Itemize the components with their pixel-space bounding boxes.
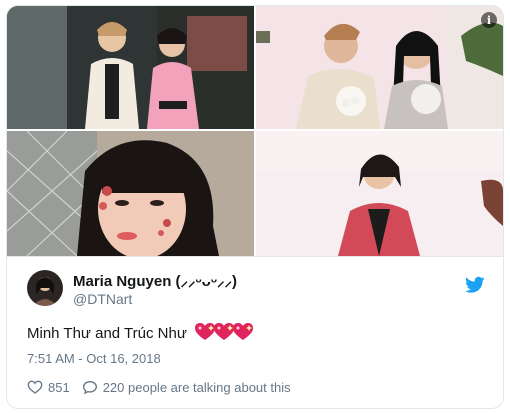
photo-1[interactable] [7, 6, 254, 129]
avatar[interactable] [27, 270, 63, 306]
sparkling-heart-icon [195, 323, 254, 345]
like-button[interactable]: 851 [27, 379, 70, 395]
user-handle[interactable]: @DTNart [73, 291, 132, 307]
divider [7, 256, 503, 257]
heart-outline-icon [27, 380, 43, 394]
like-count: 851 [48, 379, 70, 395]
tweet-text: Minh Thư and Trúc Như [27, 323, 254, 345]
comment-bubble-icon [82, 380, 97, 395]
display-name[interactable]: Maria Nguyen (⸝⸝ᵕᴗᵕ⸝⸝) [73, 271, 237, 291]
replies-text: 220 people are talking about this [102, 379, 291, 395]
tweet-timestamp[interactable]: 7:51 AM - Oct 16, 2018 [27, 351, 161, 366]
tweet-actions: 851 220 people are talking about this [27, 379, 303, 395]
reply-button[interactable]: 220 people are talking about this [82, 379, 291, 395]
info-icon[interactable]: i [481, 12, 497, 28]
photo-3[interactable] [7, 131, 254, 256]
tweet-card: i Maria Nguyen (⸝⸝ᵕᴗᵕ⸝⸝) @DTNart Minh Th… [6, 5, 504, 409]
twitter-bird-icon[interactable] [465, 276, 485, 294]
photo-4[interactable] [256, 131, 503, 256]
tweet-body: Minh Thư and Trúc Như [27, 325, 187, 342]
photo-2[interactable]: i [256, 6, 503, 129]
photo-grid: i [7, 6, 503, 256]
